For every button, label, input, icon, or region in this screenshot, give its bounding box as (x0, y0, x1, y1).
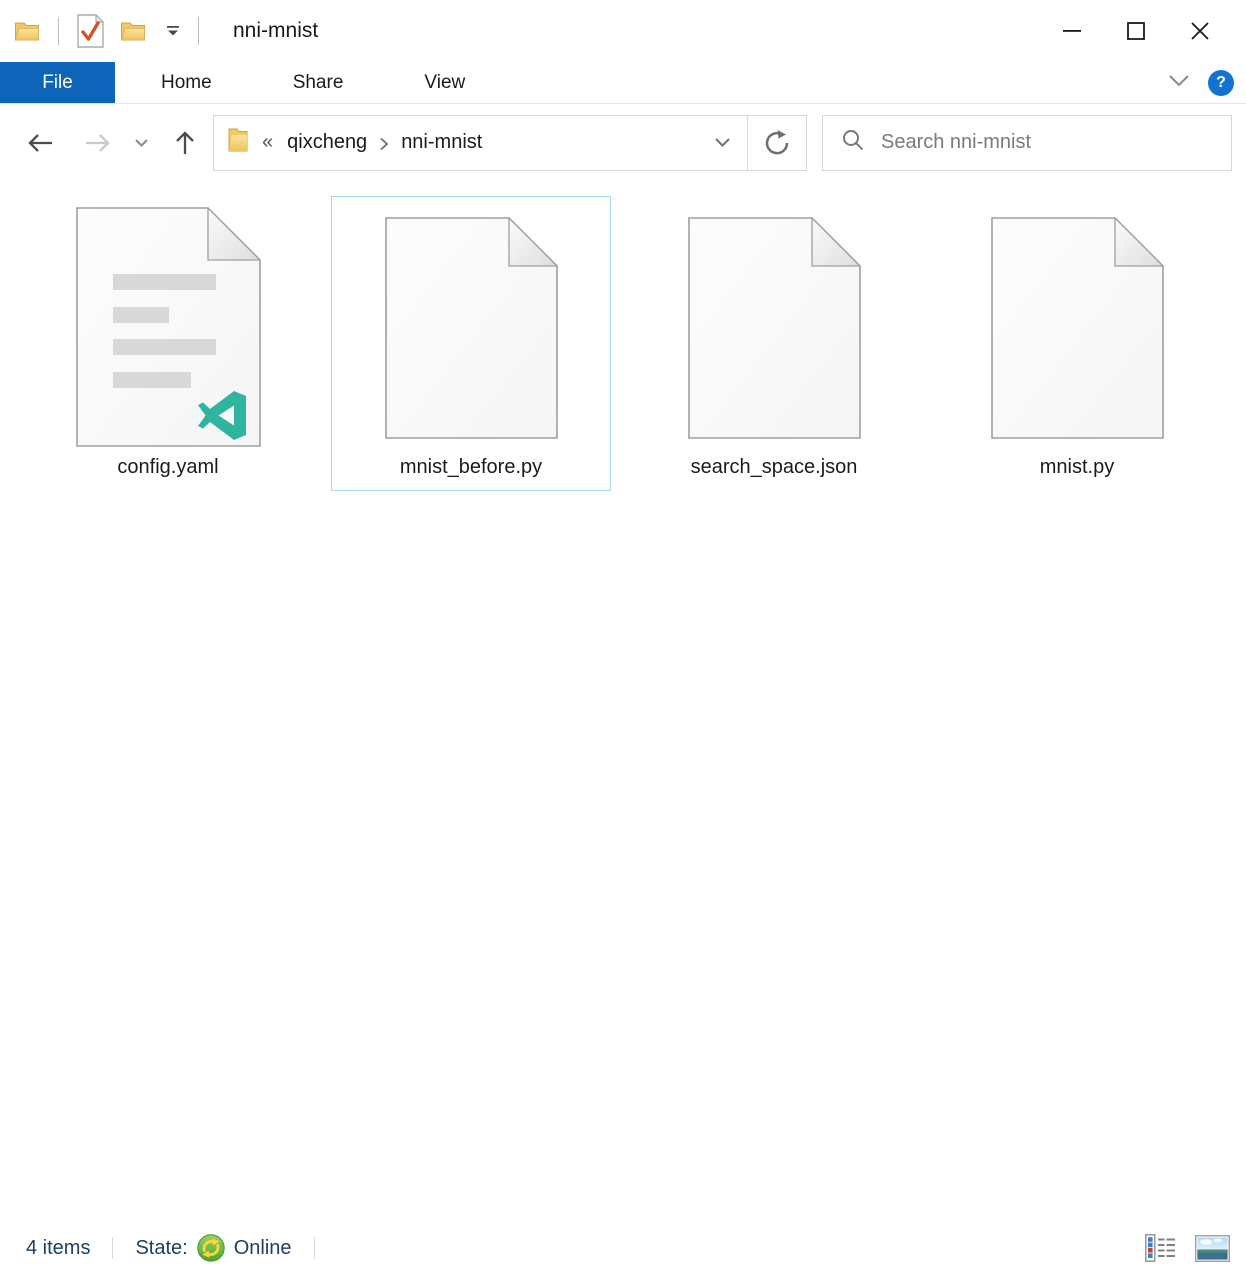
sync-status-icon (196, 1233, 226, 1263)
status-bar: 4 items State: Online (0, 1225, 1246, 1271)
status-separator (314, 1237, 315, 1259)
recent-locations-chevron-icon[interactable] (134, 138, 149, 148)
search-icon (841, 128, 865, 157)
close-button[interactable] (1168, 0, 1232, 62)
tab-view[interactable]: View (396, 62, 493, 103)
up-icon[interactable] (173, 130, 197, 156)
file-name[interactable]: mnist_before.py (400, 456, 542, 479)
file-item-search-space-json[interactable]: search_space.json (634, 196, 914, 491)
window-title: nni-mnist (233, 19, 318, 43)
new-folder-icon[interactable] (120, 20, 146, 42)
file-name[interactable]: mnist.py (1040, 456, 1114, 479)
details-view-icon[interactable] (1140, 1231, 1180, 1265)
search-box (822, 115, 1232, 171)
properties-check-icon[interactable] (77, 14, 104, 48)
file-explorer-window: nni-mnist File Home Share View (0, 0, 1246, 1271)
search-input[interactable] (881, 131, 1211, 154)
back-icon[interactable] (26, 132, 54, 154)
document-vscode-icon (76, 207, 261, 447)
document-icon (385, 217, 558, 439)
document-icon (991, 217, 1164, 439)
document-icon (688, 217, 861, 439)
explorer-folder-icon[interactable] (14, 20, 40, 42)
window-controls (1040, 0, 1232, 62)
address-bar[interactable]: « qixcheng nni-mnist (213, 115, 807, 171)
breadcrumb-segment-qixcheng[interactable]: qixcheng (283, 131, 371, 154)
file-item-mnist-py[interactable]: mnist.py (937, 196, 1217, 491)
file-item-mnist-before-py[interactable]: mnist_before.py (331, 196, 611, 491)
tab-share[interactable]: Share (265, 62, 372, 103)
tab-home[interactable]: Home (133, 62, 240, 103)
refresh-icon[interactable] (748, 116, 806, 170)
breadcrumb-segment-nni-mnist[interactable]: nni-mnist (397, 131, 486, 154)
help-icon[interactable]: ? (1208, 70, 1234, 96)
large-icons-view-icon[interactable] (1192, 1231, 1232, 1265)
file-name[interactable]: config.yaml (117, 456, 218, 479)
qat-separator (58, 17, 59, 45)
address-folder-icon (226, 125, 250, 160)
breadcrumb-collapse[interactable]: « (262, 131, 273, 154)
title-bar: nni-mnist (0, 0, 1246, 62)
file-list: config.yaml mnist_before.py search_space (0, 181, 1246, 1225)
ribbon-tab-bar: File Home Share View ? (0, 62, 1246, 104)
tab-file[interactable]: File (0, 62, 115, 103)
state-label: State: (135, 1237, 187, 1260)
collapse-ribbon-icon[interactable] (1168, 74, 1190, 92)
address-dropdown-chevron-icon[interactable] (698, 116, 747, 170)
status-separator (112, 1237, 113, 1259)
qat-separator (198, 17, 199, 45)
minimize-button[interactable] (1040, 0, 1104, 62)
quick-access-toolbar (14, 14, 217, 48)
file-item-config-yaml[interactable]: config.yaml (28, 196, 308, 491)
item-count: 4 items (26, 1237, 90, 1260)
state-value: Online (234, 1237, 292, 1260)
forward-icon[interactable] (84, 132, 112, 154)
customize-qat-dropdown-icon[interactable] (166, 25, 180, 37)
maximize-button[interactable] (1104, 0, 1168, 62)
breadcrumb-chevron-icon[interactable] (379, 137, 389, 151)
file-name[interactable]: search_space.json (691, 456, 858, 479)
navigation-toolbar: « qixcheng nni-mnist (0, 104, 1246, 181)
